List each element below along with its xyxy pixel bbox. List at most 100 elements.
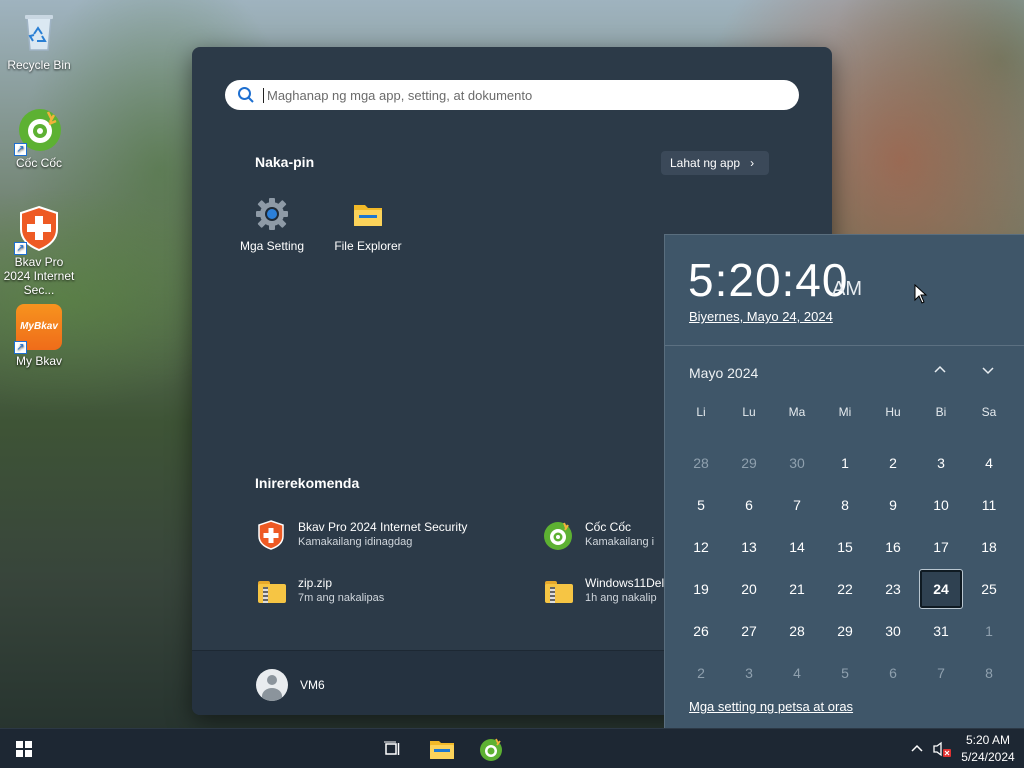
shortcut-arrow-icon: ↗ <box>14 143 27 156</box>
calendar-day[interactable]: 21 <box>773 568 821 610</box>
recycle-bin-icon <box>16 8 62 54</box>
taskbar-time: 5:20 AM <box>965 733 1011 747</box>
recommended-item-coccoc[interactable]: Cốc Cốc Kamakailang i <box>543 520 664 550</box>
calendar-day[interactable]: 16 <box>869 526 917 568</box>
mouse-cursor-icon <box>914 284 928 304</box>
search-box[interactable] <box>225 80 799 110</box>
calendar-day[interactable]: 30 <box>869 610 917 652</box>
calendar-day[interactable]: 15 <box>821 526 869 568</box>
calendar-flyout: 5:20:40 AM Biyernes, Mayo 24, 2024 Mayo … <box>664 234 1024 728</box>
calendar-day[interactable]: 11 <box>965 484 1013 526</box>
start-button[interactable] <box>0 729 48 768</box>
calendar-day[interactable]: 22 <box>821 568 869 610</box>
coccoc-icon: ↗ <box>14 106 62 156</box>
taskbar-date: 5/24/2024 <box>961 750 1015 764</box>
calendar-day[interactable]: 23 <box>869 568 917 610</box>
calendar-day[interactable]: 26 <box>677 610 725 652</box>
recommended-item-sub: Kamakailang idinagdag <box>298 536 413 548</box>
taskbar-clock[interactable]: 5:20 AM 5/24/2024 <box>956 732 1020 766</box>
recommended-item-name: Cốc Cốc <box>585 520 632 534</box>
calendar-day[interactable]: 5 <box>677 484 725 526</box>
calendar-day[interactable]: 28 <box>773 610 821 652</box>
taskbar-file-explorer[interactable] <box>422 733 462 765</box>
calendar-day[interactable]: 31 <box>917 610 965 652</box>
pinned-app-label: Mga Setting <box>239 239 305 253</box>
desktop-icon-mybkav[interactable]: MyBkav ↗ My Bkav <box>0 304 78 368</box>
calendar-day[interactable]: 3 <box>725 652 773 694</box>
calendar-day[interactable]: 4 <box>965 442 1013 484</box>
calendar-day[interactable]: 25 <box>965 568 1013 610</box>
calendar-day[interactable]: 29 <box>725 442 773 484</box>
calendar-day[interactable]: 4 <box>773 652 821 694</box>
user-account-button[interactable]: VM6 <box>256 669 325 701</box>
taskbar-coccoc[interactable] <box>471 733 511 765</box>
calendar-day[interactable]: 6 <box>869 652 917 694</box>
calendar-day[interactable]: 10 <box>917 484 965 526</box>
recommended-section-title: Inirerekomenda <box>255 475 360 491</box>
bkav-icon <box>256 520 286 550</box>
bkav-icon: ↗ <box>14 205 62 255</box>
calendar-day[interactable]: 28 <box>677 442 725 484</box>
calendar-day[interactable]: 12 <box>677 526 725 568</box>
avatar <box>256 669 288 701</box>
desktop-icon-coccoc[interactable]: ↗ Cốc Cốc <box>0 106 78 170</box>
calendar-day[interactable]: 8 <box>965 652 1013 694</box>
shortcut-arrow-icon: ↗ <box>14 341 27 354</box>
all-apps-button[interactable]: Lahat ng app › <box>661 151 769 175</box>
recommended-item-bkav[interactable]: Bkav Pro 2024 Internet Security Kamakail… <box>256 520 516 550</box>
calendar-day[interactable]: 3 <box>917 442 965 484</box>
calendar-day[interactable]: 20 <box>725 568 773 610</box>
calendar-day[interactable]: 14 <box>773 526 821 568</box>
task-view-button[interactable] <box>372 733 412 765</box>
chevron-down-icon <box>982 367 994 375</box>
calendar-day[interactable]: 1 <box>965 610 1013 652</box>
pinned-app-file-explorer[interactable]: File Explorer <box>320 197 416 253</box>
calendar-day[interactable]: 5 <box>821 652 869 694</box>
calendar-day[interactable]: 30 <box>773 442 821 484</box>
calendar-day[interactable]: 27 <box>725 610 773 652</box>
calendar-day[interactable]: 1 <box>821 442 869 484</box>
desktop-icon-label: Cốc Cốc <box>15 156 62 170</box>
pinned-app-label: File Explorer <box>334 239 402 253</box>
coccoc-icon <box>543 520 573 550</box>
calendar-day[interactable]: 7 <box>917 652 965 694</box>
pinned-app-settings[interactable]: Mga Setting <box>224 197 320 253</box>
date-time-settings-link[interactable]: Mga setting ng petsa at oras <box>689 699 853 714</box>
previous-month-button[interactable] <box>930 363 950 383</box>
desktop-icon-recycle-bin[interactable]: Recycle Bin <box>0 8 78 72</box>
calendar-day[interactable]: 17 <box>917 526 965 568</box>
next-month-button[interactable] <box>978 363 998 383</box>
weekday-header: Bi <box>935 405 947 419</box>
calendar-day-today[interactable]: 24 <box>919 569 963 609</box>
mybkav-icon: MyBkav ↗ <box>14 304 62 354</box>
search-icon <box>238 87 254 103</box>
recommended-item-zip[interactable]: zip.zip 7m ang nakalipas <box>256 576 516 606</box>
clock-time: 5:20:40 <box>688 254 849 306</box>
desktop-icon-bkav[interactable]: ↗ Bkav Pro 2024 Internet Sec... <box>0 205 78 297</box>
calendar-day[interactable]: 18 <box>965 526 1013 568</box>
recommended-item-name: Windows11Del <box>585 576 664 590</box>
month-label[interactable]: Mayo 2024 <box>689 365 758 381</box>
calendar-day[interactable]: 2 <box>677 652 725 694</box>
calendar-day[interactable]: 7 <box>773 484 821 526</box>
volume-muted-icon <box>933 741 951 757</box>
calendar-day[interactable]: 29 <box>821 610 869 652</box>
long-date-link[interactable]: Biyernes, Mayo 24, 2024 <box>689 309 833 324</box>
coccoc-icon <box>480 738 502 761</box>
file-explorer-icon <box>430 741 454 759</box>
search-input[interactable] <box>263 87 763 103</box>
calendar-day[interactable]: 13 <box>725 526 773 568</box>
volume-button[interactable] <box>932 729 952 768</box>
task-view-icon <box>384 741 400 755</box>
calendar-day[interactable]: 19 <box>677 568 725 610</box>
calendar-day[interactable]: 6 <box>725 484 773 526</box>
recommended-item-windows11del[interactable]: Windows11Del 1h ang nakalip <box>543 576 664 606</box>
show-hidden-icons-button[interactable] <box>910 729 924 768</box>
calendar-day[interactable]: 2 <box>869 442 917 484</box>
desktop-icon-label: Bkav Pro 2024 Internet Sec... <box>3 255 75 297</box>
desktop-icon-label: Recycle Bin <box>7 58 71 72</box>
weekday-header: Hu <box>885 405 901 419</box>
calendar-day[interactable]: 8 <box>821 484 869 526</box>
calendar-day[interactable]: 9 <box>869 484 917 526</box>
user-name: VM6 <box>300 678 325 692</box>
